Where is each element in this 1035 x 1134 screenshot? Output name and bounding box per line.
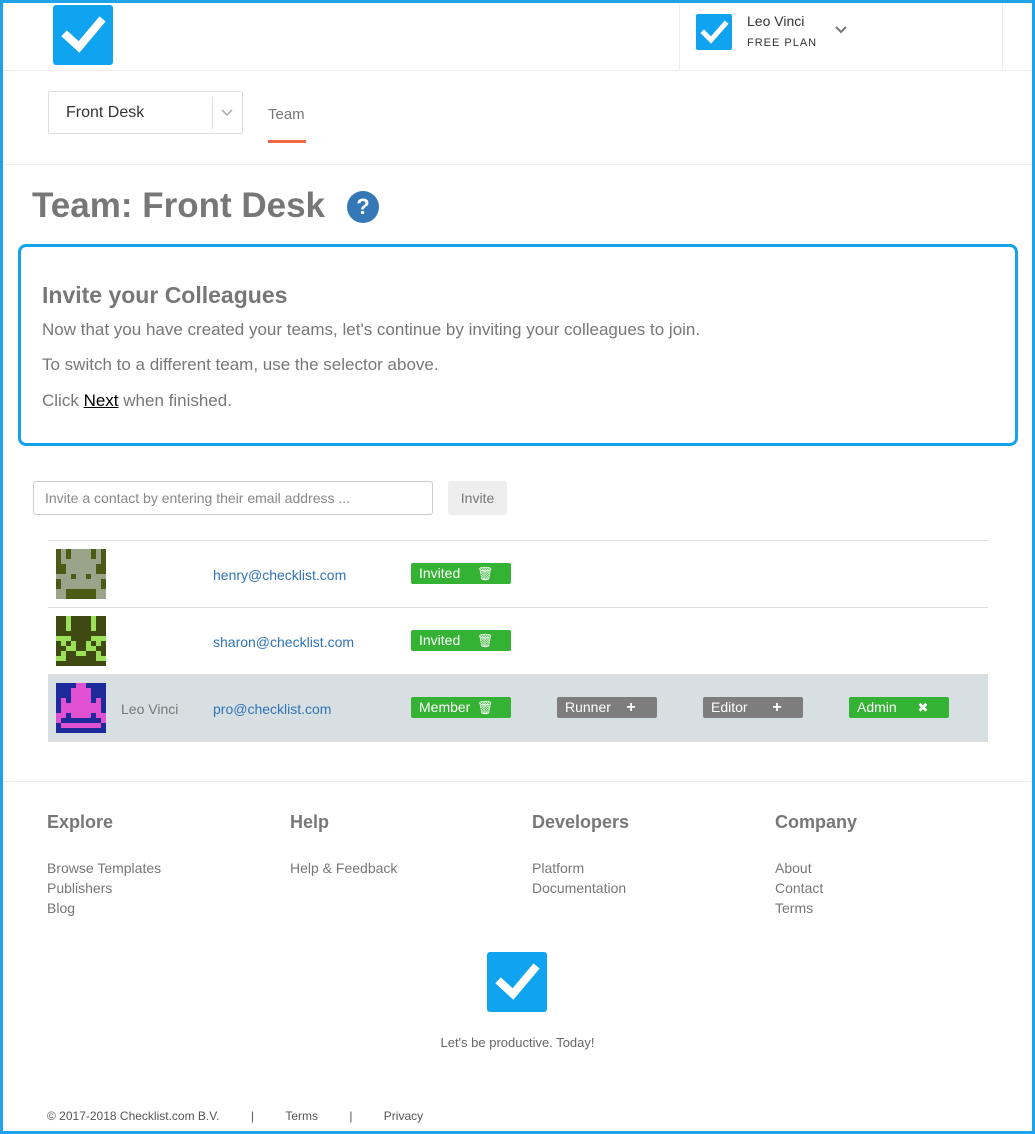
invite-email-input[interactable] — [33, 481, 433, 515]
role-badge-editor[interactable]: Editor + — [703, 697, 803, 718]
member-email[interactable]: pro@checklist.com — [213, 701, 331, 717]
badge-label: Admin — [857, 699, 897, 715]
footer-link[interactable]: Documentation — [532, 878, 629, 898]
footer-divider — [3, 781, 1032, 782]
active-tab-indicator — [268, 140, 306, 143]
checklist-logo[interactable] — [53, 5, 113, 65]
invite-panel-text: To switch to a different team, use the s… — [42, 355, 439, 374]
footer-link[interactable]: Platform — [532, 858, 629, 878]
tab-team[interactable]: Team — [268, 106, 305, 123]
sub-navigation: Front Desk Team — [3, 71, 1032, 165]
top-header: Leo Vinci FREE PLAN — [3, 3, 1032, 71]
footer-tagline: Let's be productive. Today! — [440, 1035, 595, 1050]
user-menu[interactable]: Leo Vinci FREE PLAN — [679, 3, 1003, 71]
user-name: Leo Vinci — [747, 13, 805, 29]
copyright-text: © 2017-2018 Checklist.com B.V. — [47, 1109, 220, 1123]
invite-button[interactable]: Invite — [448, 481, 507, 515]
team-selector[interactable]: Front Desk — [48, 91, 243, 134]
footer-column-help: Help Help & Feedback — [290, 812, 397, 878]
avatar — [56, 549, 106, 599]
footer-link[interactable]: Terms — [775, 898, 857, 918]
member-row-current: Leo Vinci pro@checklist.com Member 🗑 Runn… — [48, 674, 988, 741]
help-icon[interactable]: ? — [347, 191, 379, 223]
badge-label: Editor — [711, 699, 748, 715]
chevron-down-icon — [221, 109, 233, 117]
avatar — [56, 683, 106, 733]
status-badge-invited[interactable]: Invited 🗑 — [411, 563, 511, 584]
plus-icon[interactable]: + — [751, 697, 803, 718]
plus-icon[interactable]: + — [605, 697, 657, 718]
footer-link[interactable]: Browse Templates — [47, 858, 161, 878]
role-badge-member[interactable]: Member 🗑 — [411, 697, 511, 718]
footer-link[interactable]: Contact — [775, 878, 857, 898]
separator: | — [250, 1109, 254, 1123]
footer-column-company: Company About Contact Terms — [775, 812, 857, 918]
footer-column-explore: Explore Browse Templates Publishers Blog — [47, 812, 161, 918]
footer-heading: Developers — [532, 812, 630, 832]
when-finished-text: when finished. — [118, 391, 232, 410]
trash-icon[interactable]: 🗑 — [459, 630, 511, 651]
close-icon[interactable]: ✖ — [897, 697, 949, 718]
selector-divider — [212, 97, 213, 129]
footer-column-developers: Developers Platform Documentation — [532, 812, 629, 898]
member-email[interactable]: sharon@checklist.com — [213, 634, 354, 650]
footer-heading: Explore — [47, 812, 114, 832]
trash-icon[interactable]: 🗑 — [459, 563, 511, 584]
chevron-down-icon[interactable] — [834, 23, 848, 37]
page-title: Team: Front Desk — [32, 186, 326, 225]
status-badge-invited[interactable]: Invited 🗑 — [411, 630, 511, 651]
trash-icon[interactable]: 🗑 — [459, 697, 511, 718]
footer-heading: Company — [775, 812, 858, 832]
footer-link[interactable]: Publishers — [47, 878, 161, 898]
badge-label: Invited — [419, 632, 461, 648]
invite-colleagues-panel: Invite your Colleagues Now that you have… — [18, 244, 1018, 446]
user-plan: FREE PLAN — [747, 37, 818, 49]
avatar — [56, 616, 106, 666]
footer-heading: Help — [290, 812, 330, 832]
footer-link[interactable]: Blog — [47, 898, 161, 918]
role-badge-admin[interactable]: Admin ✖ — [849, 697, 949, 718]
badge-label: Invited — [419, 565, 461, 581]
member-email[interactable]: henry@checklist.com — [213, 567, 346, 583]
member-row: sharon@checklist.com Invited 🗑 — [48, 607, 988, 674]
footer-link[interactable]: Help & Feedback — [290, 858, 397, 878]
footer-logo[interactable] — [487, 952, 547, 1012]
terms-link[interactable]: Terms — [285, 1109, 318, 1123]
copyright-bar: © 2017-2018 Checklist.com B.V. | Terms |… — [47, 1109, 423, 1123]
next-link[interactable]: Next — [84, 391, 119, 410]
footer-link[interactable]: About — [775, 858, 857, 878]
team-selector-value: Front Desk — [66, 104, 145, 121]
user-logo-icon — [696, 14, 732, 50]
invite-panel-text: Now that you have created your teams, le… — [42, 320, 701, 339]
row-divider — [48, 741, 988, 742]
click-text: Click — [42, 391, 84, 410]
member-name: Leo Vinci — [121, 701, 179, 717]
invite-panel-text: Click Next when finished. — [42, 391, 232, 411]
invite-panel-title: Invite your Colleagues — [42, 282, 288, 308]
member-row: henry@checklist.com Invited 🗑 — [48, 540, 988, 607]
separator: | — [349, 1109, 353, 1123]
privacy-link[interactable]: Privacy — [384, 1109, 423, 1123]
role-badge-runner[interactable]: Runner + — [557, 697, 657, 718]
